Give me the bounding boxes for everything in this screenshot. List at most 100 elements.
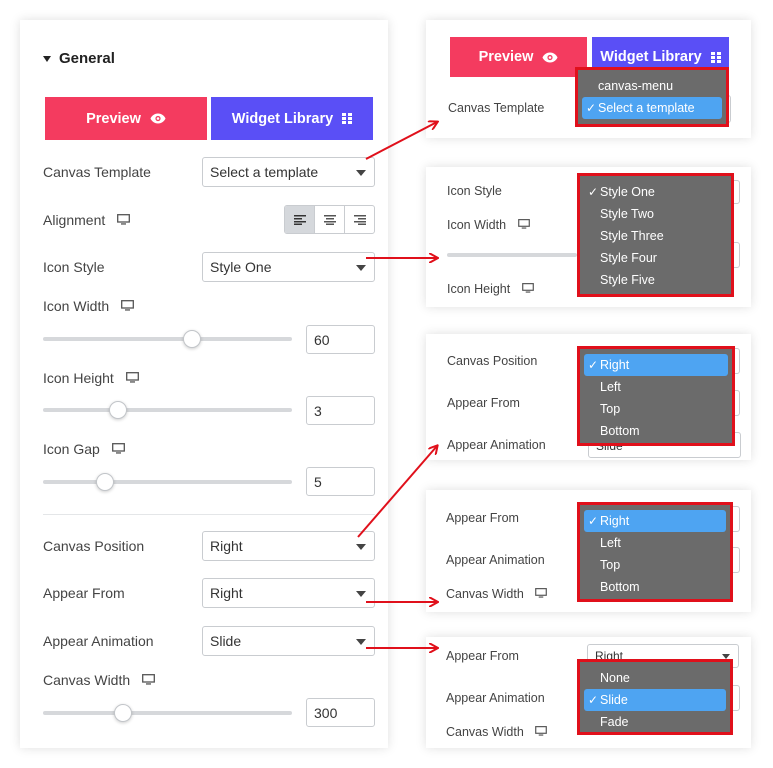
dropdown-option-selected[interactable]: ✓ Style One (584, 181, 727, 203)
icon-style-label: Icon Style (43, 259, 105, 275)
section-title: General (59, 50, 115, 67)
preview-button[interactable]: Preview (45, 97, 207, 140)
icon-width-label: Icon Width (43, 298, 134, 314)
callout1-dropdown: canvas-menu ✓ Select a template (575, 67, 729, 127)
align-center-button[interactable] (315, 206, 345, 233)
canvas-template-label: Canvas Template (43, 164, 151, 180)
icon-gap-input[interactable]: 5 (306, 467, 375, 496)
dropdown-option-selected[interactable]: ✓ Select a template (582, 97, 722, 119)
canvas-position-select[interactable]: Right (202, 531, 375, 561)
dropdown-option[interactable]: Bottom (584, 420, 728, 442)
dropdown-option[interactable]: Style Four (584, 247, 727, 269)
canvas-width-slider-handle[interactable] (113, 704, 132, 722)
icon-height-input[interactable]: 3 (306, 396, 375, 425)
align-right-button[interactable] (345, 206, 374, 233)
callout5-canvas-width-label: Canvas Width (446, 725, 548, 739)
appear-animation-value: Slide (210, 633, 242, 649)
icon-width-value: 60 (314, 331, 330, 348)
section-divider (43, 514, 375, 515)
grid-icon (710, 51, 721, 63)
icon-height-slider-track[interactable] (43, 408, 292, 412)
icon-width-input[interactable]: 60 (306, 325, 375, 354)
alignment-label: Alignment (43, 212, 131, 228)
checkmark-icon: ✓ (586, 101, 597, 115)
icon-height-value: 3 (314, 402, 322, 419)
dropdown-option[interactable]: Top (584, 398, 728, 420)
dropdown-option[interactable]: Style Five (584, 269, 727, 291)
callout1-widget-library-label: Widget Library (600, 49, 702, 65)
callout2-icon-width-label: Icon Width (447, 218, 530, 232)
dropdown-option[interactable]: Top (584, 554, 726, 576)
icon-height-slider-handle[interactable] (108, 401, 127, 419)
canvas-width-input[interactable]: 300 (306, 698, 375, 727)
section-header-general[interactable]: General (43, 50, 115, 67)
callout1-preview-label: Preview (478, 49, 534, 65)
canvas-template-value: Select a template (210, 164, 319, 180)
monitor-icon (535, 588, 548, 598)
icon-style-value: Style One (210, 259, 272, 275)
monitor-icon (117, 214, 131, 225)
callout4-canvas-width-label: Canvas Width (446, 587, 548, 601)
appear-animation-label: Appear Animation (43, 633, 154, 649)
canvas-position-value: Right (210, 538, 243, 554)
callout4-appear-from-label: Appear From (446, 511, 519, 525)
align-right-icon (353, 214, 366, 225)
checkmark-icon: ✓ (588, 185, 599, 199)
monitor-icon (142, 674, 155, 685)
widget-library-button-label: Widget Library (231, 110, 334, 127)
align-left-icon (293, 214, 306, 225)
dropdown-option[interactable]: Style Two (584, 203, 727, 225)
appear-animation-select[interactable]: Slide (202, 626, 375, 656)
icon-height-label: Icon Height (43, 370, 139, 386)
caret-down-icon (43, 55, 51, 62)
callout5-appear-animation-label: Appear Animation (446, 691, 545, 705)
monitor-icon (517, 219, 530, 229)
callout4-dropdown: ✓ Right Left Top Bottom (577, 502, 733, 602)
monitor-icon (521, 283, 534, 293)
dropdown-option[interactable]: Left (584, 376, 728, 398)
canvas-width-label: Canvas Width (43, 672, 155, 688)
icon-style-select[interactable]: Style One (202, 252, 375, 282)
preview-button-label: Preview (86, 110, 141, 127)
grid-icon (342, 113, 353, 124)
callout3-appear-animation-label: Appear Animation (447, 438, 546, 452)
callout2-icon-style-label: Icon Style (447, 184, 502, 198)
alignment-group (284, 205, 375, 234)
canvas-position-label: Canvas Position (43, 538, 145, 554)
appear-from-label: Appear From (43, 585, 125, 601)
icon-gap-slider-track[interactable] (43, 480, 292, 484)
callout1-preview-button[interactable]: Preview (450, 37, 587, 77)
dropdown-option[interactable]: Left (584, 532, 726, 554)
dropdown-option[interactable]: Style Three (584, 225, 727, 247)
callout1-canvas-template-label: Canvas Template (448, 101, 545, 115)
monitor-icon (121, 300, 134, 311)
callout3-canvas-position-label: Canvas Position (447, 354, 538, 368)
dropdown-option-selected[interactable]: ✓ Right (584, 510, 726, 532)
icon-width-slider-track[interactable] (43, 337, 292, 341)
callout2-slider-track (447, 253, 577, 257)
dropdown-option[interactable]: canvas-menu (582, 75, 722, 97)
callout5-dropdown: None ✓ Slide Fade (577, 659, 733, 735)
callout3-dropdown: ✓ Right Left Top Bottom (577, 346, 735, 446)
checkmark-icon: ✓ (588, 514, 599, 528)
callout2-icon-height-label: Icon Height (447, 282, 534, 296)
dropdown-option[interactable]: Fade (584, 711, 726, 733)
eye-icon (150, 113, 166, 124)
monitor-icon (111, 443, 125, 454)
widget-library-button[interactable]: Widget Library (211, 97, 373, 140)
icon-gap-label: Icon Gap (43, 441, 125, 457)
appear-from-value: Right (210, 585, 243, 601)
checkmark-icon: ✓ (588, 358, 599, 372)
canvas-width-slider-track[interactable] (43, 711, 292, 715)
canvas-template-select[interactable]: Select a template (202, 157, 375, 187)
dropdown-option[interactable]: None (584, 667, 726, 689)
callout5-appear-from-label: Appear From (446, 649, 519, 663)
checkmark-icon: ✓ (588, 693, 599, 707)
align-left-button[interactable] (285, 206, 315, 233)
dropdown-option-selected[interactable]: ✓ Slide (584, 689, 726, 711)
dropdown-option-selected[interactable]: ✓ Right (584, 354, 728, 376)
appear-from-select[interactable]: Right (202, 578, 375, 608)
callout2-dropdown: ✓ Style One Style Two Style Three Style F… (577, 173, 734, 297)
align-center-icon (323, 214, 336, 225)
dropdown-option[interactable]: Bottom (584, 576, 726, 598)
